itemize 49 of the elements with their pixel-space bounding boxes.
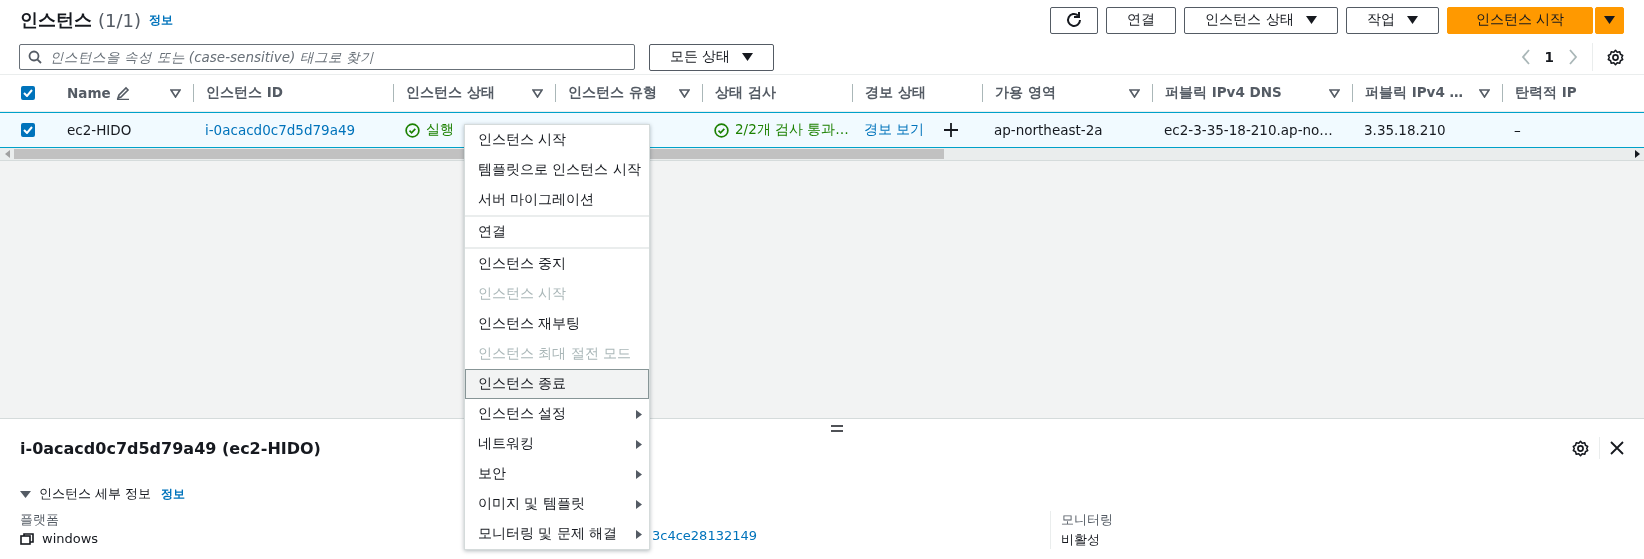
dropdown-button[interactable]: 작업: [1345, 6, 1439, 34]
menu-item[interactable]: 보안: [465, 459, 649, 489]
table-cell: ap-northeast-2a: [994, 122, 1103, 138]
column-header[interactable]: 경보 상태: [852, 84, 982, 102]
field-value: 비활성: [1061, 531, 1101, 549]
status-text: 2/2개 검사 통과…: [735, 121, 849, 139]
table-cell: 3.35.18.210: [1364, 122, 1446, 138]
page-title: 인스턴스: [20, 8, 92, 32]
field-value: windows: [42, 531, 99, 546]
menu-item[interactable]: 네트워킹: [465, 429, 649, 459]
launch-instance-button[interactable]: 인스턴스 시작: [1446, 6, 1593, 34]
connect-button[interactable]: 연결: [1106, 6, 1177, 34]
field-label: 모니터링: [1061, 511, 1114, 529]
state-filter-dropdown[interactable]: 모든 상태: [649, 43, 775, 71]
menu-item[interactable]: 인스턴스 설정: [465, 399, 649, 429]
menu-item[interactable]: 모니터링 및 문제 해결: [465, 519, 649, 549]
column-header[interactable]: 인스턴스 유형: [555, 84, 702, 102]
instance-id-link[interactable]: i-0acacd0c7d5d79a49: [205, 122, 356, 138]
dropdown-button[interactable]: 인스턴스 상태: [1184, 6, 1338, 34]
menu-item[interactable]: 인스턴스 종료: [465, 369, 649, 399]
menu-item[interactable]: 이미지 및 템플릿: [465, 489, 649, 519]
info-link[interactable]: 정보: [161, 485, 186, 503]
menu-item[interactable]: 서버 마이그레이션: [465, 185, 649, 215]
column-header[interactable]: 퍼블릭 IPv4 DNS: [1152, 84, 1352, 102]
menu-item[interactable]: 템플릿으로 인스턴스 시작: [465, 155, 649, 185]
section-title[interactable]: 인스턴스 세부 정보: [39, 485, 152, 503]
table-cell: ec2-3-35-18-210.ap-no…: [1164, 122, 1333, 138]
field-link[interactable]: 3c4ce28132149: [652, 528, 1050, 543]
instance-count: (1/1): [98, 9, 141, 31]
field-label: 플랫폼: [20, 511, 60, 529]
column-header[interactable]: 탄력적 IP: [1502, 84, 1644, 102]
menu-item[interactable]: 연결: [465, 217, 649, 247]
table-cell: ec2-HIDO: [67, 122, 132, 138]
column-header[interactable]: 인스턴스 ID: [193, 84, 393, 102]
status-text: 실행: [426, 121, 454, 139]
menu-item[interactable]: 인스턴스 재부팅: [465, 309, 649, 339]
menu-item[interactable]: 인스턴스 시작: [465, 125, 649, 155]
column-header[interactable]: 인스턴스 상태: [393, 84, 555, 102]
info-link[interactable]: 정보: [149, 11, 173, 29]
view-alarms-link[interactable]: 경보 보기: [864, 121, 925, 139]
column-header[interactable]: Name: [55, 84, 193, 102]
column-header[interactable]: 상태 검사: [702, 84, 852, 102]
column-header[interactable]: 가용 영역: [982, 84, 1152, 102]
search-field[interactable]: 인스턴스을 속성 또는 (case-sensitive) 태그로 찾기: [19, 44, 635, 70]
page-number[interactable]: 1: [1544, 49, 1554, 65]
column-header[interactable]: 퍼블릭 IPv4 …: [1352, 84, 1502, 102]
details-title: i-0acacd0c7d5d79a49 (ec2-HIDO): [20, 438, 321, 458]
menu-item[interactable]: 인스턴스 중지: [465, 249, 649, 279]
table-cell: –: [1514, 122, 1521, 138]
